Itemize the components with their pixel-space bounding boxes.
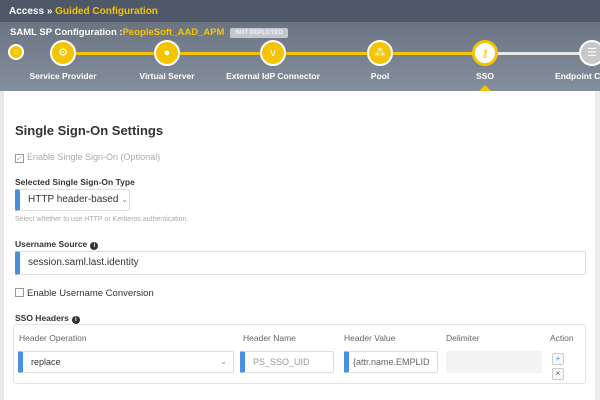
step-sso[interactable]: SSO (476, 71, 494, 81)
checkbox-checked-icon: ✓ (15, 154, 24, 163)
breadcrumb: Access » Guided Configuration (0, 0, 600, 22)
checkbox-unchecked-icon (15, 288, 24, 297)
col-action: Action (550, 333, 574, 343)
breadcrumb-guided-configuration[interactable]: Guided Configuration (55, 6, 158, 17)
connector-icon[interactable]: ν (260, 40, 286, 66)
username-source-input[interactable]: session.saml.last.identity (15, 251, 586, 275)
info-icon[interactable]: i (90, 242, 99, 250)
step-pool[interactable]: Pool (371, 71, 389, 81)
scrollbar[interactable] (595, 91, 600, 400)
breadcrumb-access[interactable]: Access (9, 6, 44, 17)
info-icon[interactable]: i (71, 316, 80, 324)
current-step-caret (479, 85, 491, 91)
sso-headers-text: SSO Headers (15, 313, 69, 323)
username-source-label: Username Source i (15, 239, 99, 250)
status-badge: NOT DEPLOYED (230, 28, 288, 38)
list-icon[interactable]: ☰ (579, 40, 600, 66)
chevron-down-icon: ⌄ (121, 195, 128, 204)
chevron-down-icon: ⌄ (220, 357, 227, 366)
col-header-name: Header Name (243, 333, 296, 343)
sso-type-select[interactable]: HTTP header-based ⌄ (15, 189, 130, 211)
col-delimiter: Delimiter (446, 333, 480, 343)
gears-icon[interactable]: ⚙ (50, 40, 76, 66)
step-endpoint[interactable]: Endpoint C (555, 71, 600, 81)
header-value-input[interactable]: attr.name.EMPLID} (344, 351, 438, 373)
home-icon[interactable]: ⌂ (8, 44, 24, 60)
sitemap-icon[interactable]: ⁂ (367, 40, 393, 66)
sso-headers-label: SSO Headers i (15, 313, 80, 324)
config-title: SAML SP Configuration :PeopleSoft_AAD_AP… (10, 27, 288, 38)
add-row-button[interactable]: + (552, 353, 564, 365)
enable-sso-checkbox[interactable]: ✓ Enable Single Sign-On (Optional) (15, 152, 160, 163)
sso-type-label: Selected Single Sign-On Type (15, 177, 135, 187)
enable-username-conversion-label: Enable Username Conversion (27, 288, 154, 299)
config-name: PeopleSoft_AAD_APM (122, 27, 225, 38)
config-label: SAML SP Configuration : (10, 27, 123, 38)
header-operation-select[interactable]: replace ⌄ (18, 351, 234, 373)
delimiter-input[interactable] (446, 351, 542, 373)
enable-sso-label: Enable Single Sign-On (Optional) (27, 152, 161, 162)
sso-headers-table: Header Operation Header Name Header Valu… (13, 324, 586, 384)
step-service-provider[interactable]: Service Provider (29, 71, 96, 81)
header-operation-value: replace (31, 357, 61, 367)
username-source-text: Username Source (15, 239, 88, 249)
sso-type-value: HTTP header-based (28, 194, 119, 205)
step-virtual-server[interactable]: Virtual Server (139, 71, 194, 81)
page-title: Single Sign-On Settings (15, 123, 164, 138)
col-header-operation: Header Operation (19, 333, 87, 343)
key-icon[interactable]: ⚷ (472, 40, 498, 66)
sso-type-help: Select whether to use HTTP or Kerberos a… (15, 216, 189, 223)
wizard-header: SAML SP Configuration :PeopleSoft_AAD_AP… (0, 22, 600, 91)
left-border (0, 91, 4, 400)
enable-username-conversion-checkbox[interactable]: Enable Username Conversion (15, 288, 154, 299)
col-header-value: Header Value (344, 333, 396, 343)
globe-icon[interactable]: ● (154, 40, 180, 66)
header-name-input[interactable]: PS_SSO_UID (240, 351, 334, 373)
breadcrumb-separator: » (46, 6, 53, 17)
remove-row-button[interactable]: × (552, 368, 564, 380)
step-external-idp-connector[interactable]: External IdP Connector (226, 71, 320, 81)
